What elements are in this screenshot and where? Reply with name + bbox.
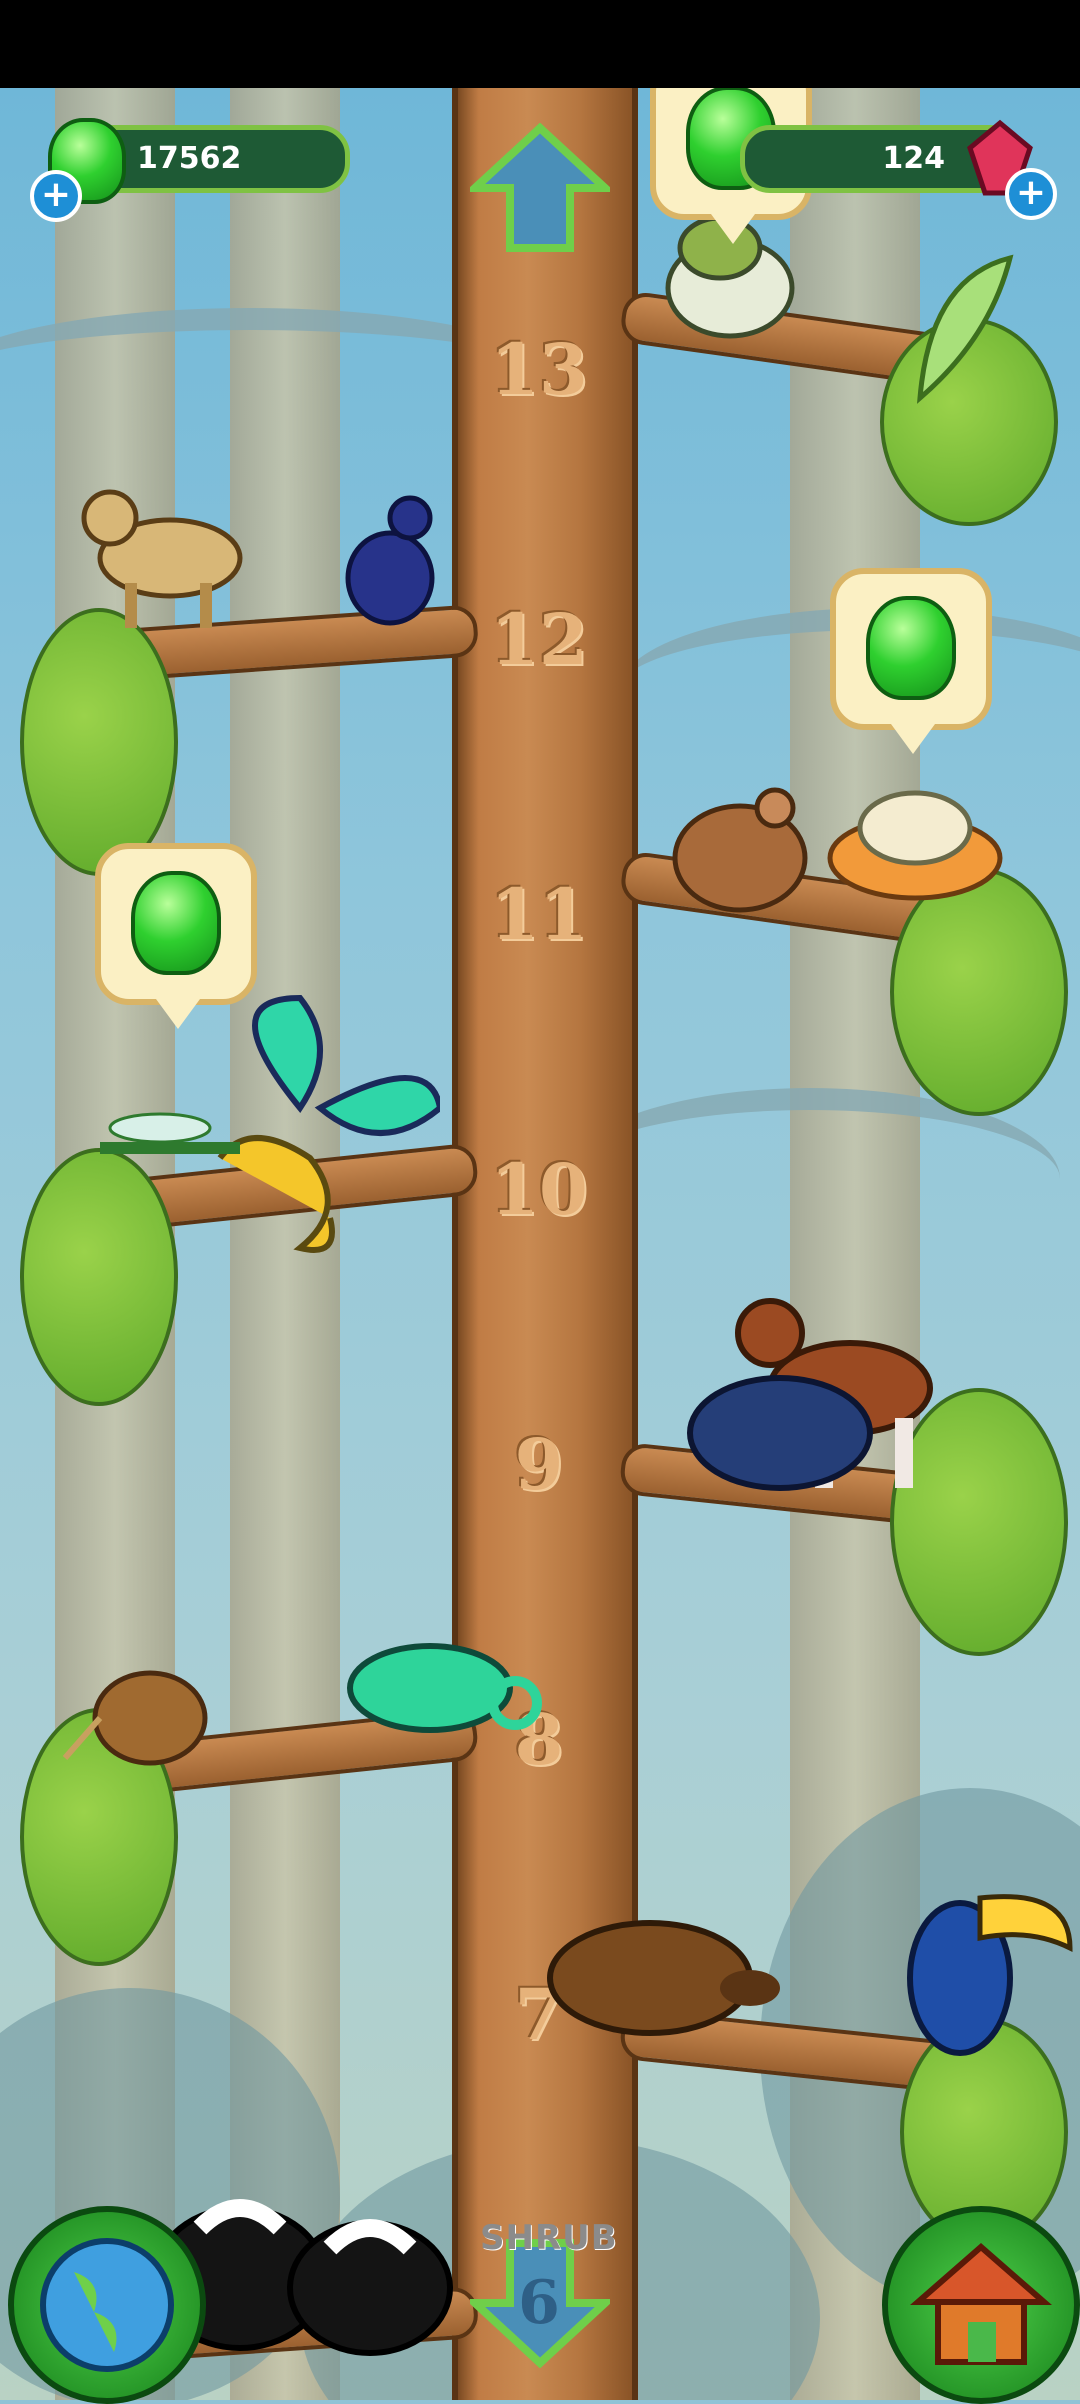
world-map-button[interactable] <box>8 2206 206 2404</box>
level-number-6: 6 <box>518 2268 560 2338</box>
toucan[interactable] <box>900 1838 1080 2088</box>
hamster[interactable] <box>665 778 815 918</box>
gem-count: 17562 <box>137 141 242 176</box>
moth[interactable] <box>900 238 1030 418</box>
add-crystals-button[interactable]: + <box>1005 168 1057 220</box>
level-number-9: 9 <box>514 1423 564 1506</box>
peacock[interactable] <box>330 488 450 648</box>
crystal-count: 124 <box>882 141 945 176</box>
status-bar <box>0 0 1080 88</box>
leaf-cluster <box>20 608 178 876</box>
kiwi-bird[interactable] <box>60 1648 210 1778</box>
game-scene[interactable]: 13 12 11 10 9 8 7 6 SHRUB <box>0 88 1080 2400</box>
nest[interactable] <box>820 778 1010 908</box>
add-gems-button[interactable]: + <box>30 170 82 222</box>
globe-icon <box>40 2238 174 2372</box>
green-gem-icon <box>131 871 221 975</box>
level-number-11: 11 <box>490 873 588 956</box>
level-number-12: 12 <box>490 598 588 681</box>
gem-reward-bubble[interactable] <box>95 843 257 1029</box>
chameleon[interactable] <box>330 1618 550 1768</box>
house-icon <box>910 2243 1052 2365</box>
scroll-up-arrow[interactable] <box>470 123 610 253</box>
green-gem-icon <box>866 596 956 700</box>
beetle[interactable] <box>680 1358 880 1508</box>
level-number-10: 10 <box>490 1148 588 1231</box>
area-label: SHRUB <box>480 2218 618 2258</box>
dragonfly[interactable] <box>90 1088 250 1208</box>
home-button[interactable] <box>882 2206 1080 2404</box>
level-number-13: 13 <box>490 328 588 411</box>
beaver[interactable] <box>540 1888 780 2048</box>
gem-reward-bubble[interactable] <box>830 568 992 754</box>
camel[interactable] <box>70 478 250 638</box>
